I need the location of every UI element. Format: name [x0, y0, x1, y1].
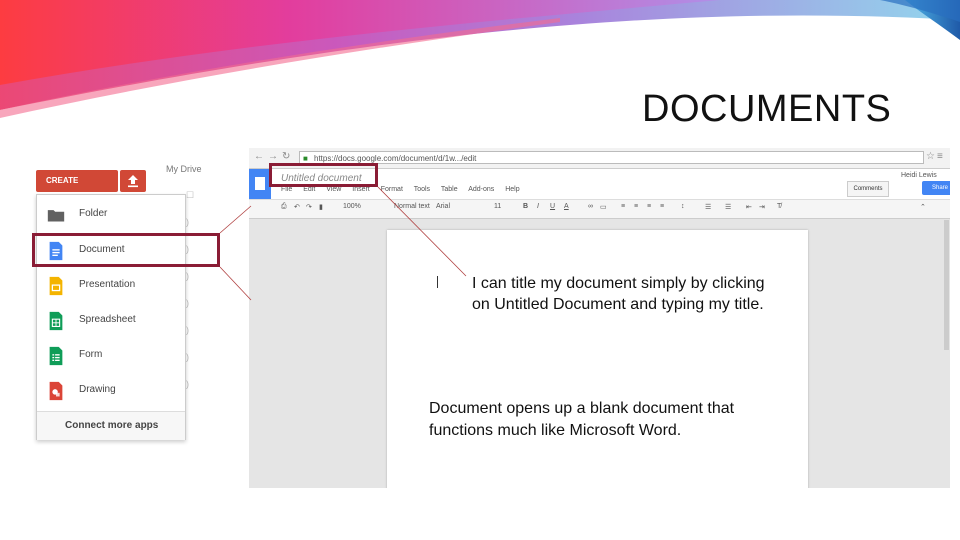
slide: DOCUMENTS CREATE My Drive ☐))))))) Folde… [0, 0, 960, 540]
connector-lines [219, 186, 467, 301]
title-instruction-text: I can title my document simply by clicki… [472, 275, 765, 313]
blank-document-instruction-text: Document opens up a blank document that … [429, 400, 735, 439]
